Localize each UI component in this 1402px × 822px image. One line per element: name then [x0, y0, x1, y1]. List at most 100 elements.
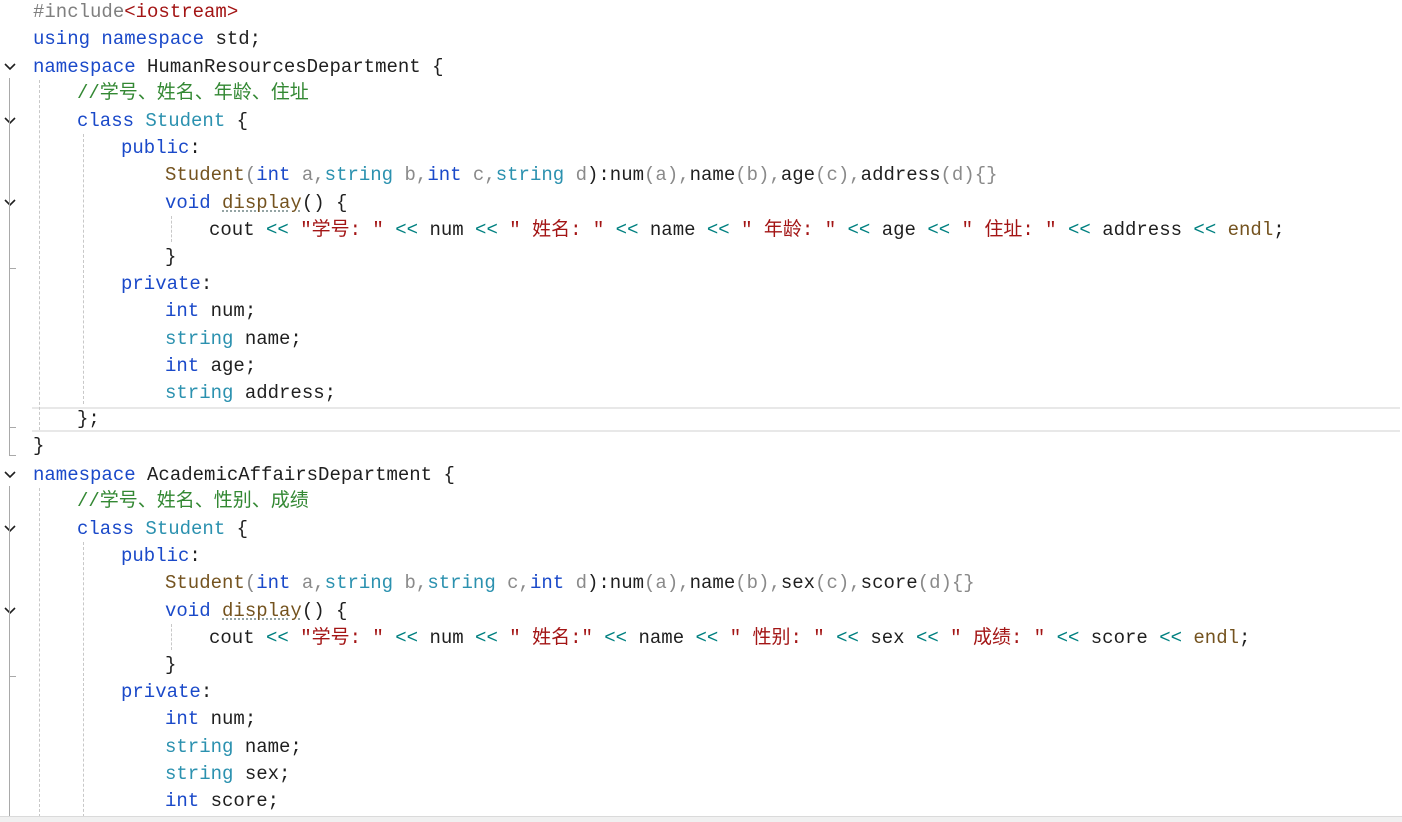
code-line: int score; [165, 788, 279, 815]
parameter: c, [461, 164, 496, 186]
string-literal: "学号: " [300, 627, 384, 649]
operator: << [915, 219, 962, 241]
indent-guide [83, 542, 84, 822]
code-line: int num; [165, 298, 256, 325]
punctuation: (b), [735, 164, 781, 186]
identifier: sex [870, 627, 905, 649]
parameter: a, [290, 572, 325, 594]
code-line: private: [121, 271, 212, 298]
code-text: score; [199, 790, 280, 812]
class-name: Student [145, 518, 226, 540]
indent-guide [171, 216, 172, 242]
current-line-highlight [32, 407, 1400, 432]
member-name: num [609, 164, 645, 186]
operator: << [254, 219, 301, 241]
operator: << [254, 627, 301, 649]
identifier: cout [209, 219, 255, 241]
parameter: d [564, 164, 587, 186]
keyword: int [165, 790, 200, 812]
code-line: //学号、姓名、年龄、住址 [77, 80, 309, 107]
code-text: num; [199, 300, 257, 322]
punctuation: (d){} [917, 572, 975, 594]
code-line: string sex; [165, 761, 290, 788]
identifier: name [638, 627, 685, 649]
code-text: } [165, 654, 177, 676]
type-name: string [165, 763, 234, 785]
code-text: : [200, 273, 213, 295]
code-line: } [165, 652, 176, 679]
code-text: name; [233, 736, 302, 758]
keyword: public [121, 137, 190, 159]
punctuation: ( [244, 572, 257, 594]
chevron-down-icon[interactable] [2, 521, 18, 537]
indent-guide [83, 134, 84, 404]
identifier: address [1102, 219, 1183, 241]
string-literal: " 年龄: " [741, 219, 837, 241]
code-line: int age; [165, 353, 256, 380]
member-name: num [609, 572, 645, 594]
code-text: } [33, 435, 45, 457]
keyword: int [427, 164, 462, 186]
parameter: d [564, 572, 587, 594]
type-name: string [165, 328, 234, 350]
operator: << [592, 627, 639, 649]
keyword: using [33, 28, 91, 50]
code-line: #include<iostream> [33, 0, 238, 26]
keyword: public [121, 545, 190, 567]
code-text: name; [233, 328, 302, 350]
code-line: using namespace std; [33, 26, 261, 53]
operator: << [1147, 627, 1194, 649]
string-literal: " 姓名: " [509, 219, 605, 241]
string-literal: " 成绩: " [950, 627, 1046, 649]
operator: << [836, 219, 882, 241]
code-line: string name; [165, 326, 302, 353]
identifier: endl [1193, 627, 1240, 649]
code-line: cout << "学号: " << num << " 姓名: " << name… [209, 217, 1285, 244]
code-comment: //学号、姓名、性别、成绩 [77, 490, 309, 512]
namespace-name: HumanResourcesDepartment { [135, 56, 444, 78]
code-editor[interactable]: #include<iostream> using namespace std; … [0, 0, 1402, 822]
chevron-down-icon[interactable] [2, 59, 18, 75]
function-name: Student [165, 164, 245, 186]
horizontal-scrollbar[interactable] [0, 816, 1402, 822]
code-text: num; [199, 708, 257, 730]
operator: << [695, 219, 742, 241]
operator: << [904, 627, 951, 649]
code-line: Student(int a,string b,string c,int d):n… [165, 570, 975, 597]
operator: << [1182, 219, 1228, 241]
type-name: string [324, 572, 394, 594]
operator: << [824, 627, 871, 649]
keyword: int [165, 355, 200, 377]
code-text: age; [199, 355, 257, 377]
string-literal: "学号: " [300, 219, 384, 241]
keyword: class [77, 110, 135, 132]
member-name: name [689, 164, 736, 186]
chevron-down-icon[interactable] [2, 195, 18, 211]
member-name: name [689, 572, 736, 594]
code-line: public: [121, 135, 201, 162]
operator: << [383, 627, 430, 649]
function-name: display [222, 192, 302, 214]
function-name: Student [165, 572, 245, 594]
operator: << [1045, 627, 1091, 649]
chevron-down-icon[interactable] [2, 467, 18, 483]
punctuation: ): [586, 572, 610, 594]
operator: << [604, 219, 650, 241]
fold-region-end [9, 427, 16, 428]
fold-region-line [9, 486, 10, 822]
code-line: class Student { [77, 516, 248, 543]
code-text: sex; [233, 763, 291, 785]
code-line: } [165, 244, 176, 271]
identifier: num [429, 627, 464, 649]
code-text: }; [77, 408, 100, 430]
code-line: cout << "学号: " << num << " 姓名:" << name … [209, 625, 1250, 652]
punctuation: ; [1239, 627, 1251, 649]
chevron-down-icon[interactable] [2, 113, 18, 129]
code-comment: //学号、姓名、年龄、住址 [77, 82, 309, 104]
parameter: b, [393, 164, 428, 186]
keyword: private [121, 681, 201, 703]
identifier: num [429, 219, 464, 241]
chevron-down-icon[interactable] [2, 603, 18, 619]
type-name: string [324, 164, 394, 186]
identifier: cout [209, 627, 255, 649]
